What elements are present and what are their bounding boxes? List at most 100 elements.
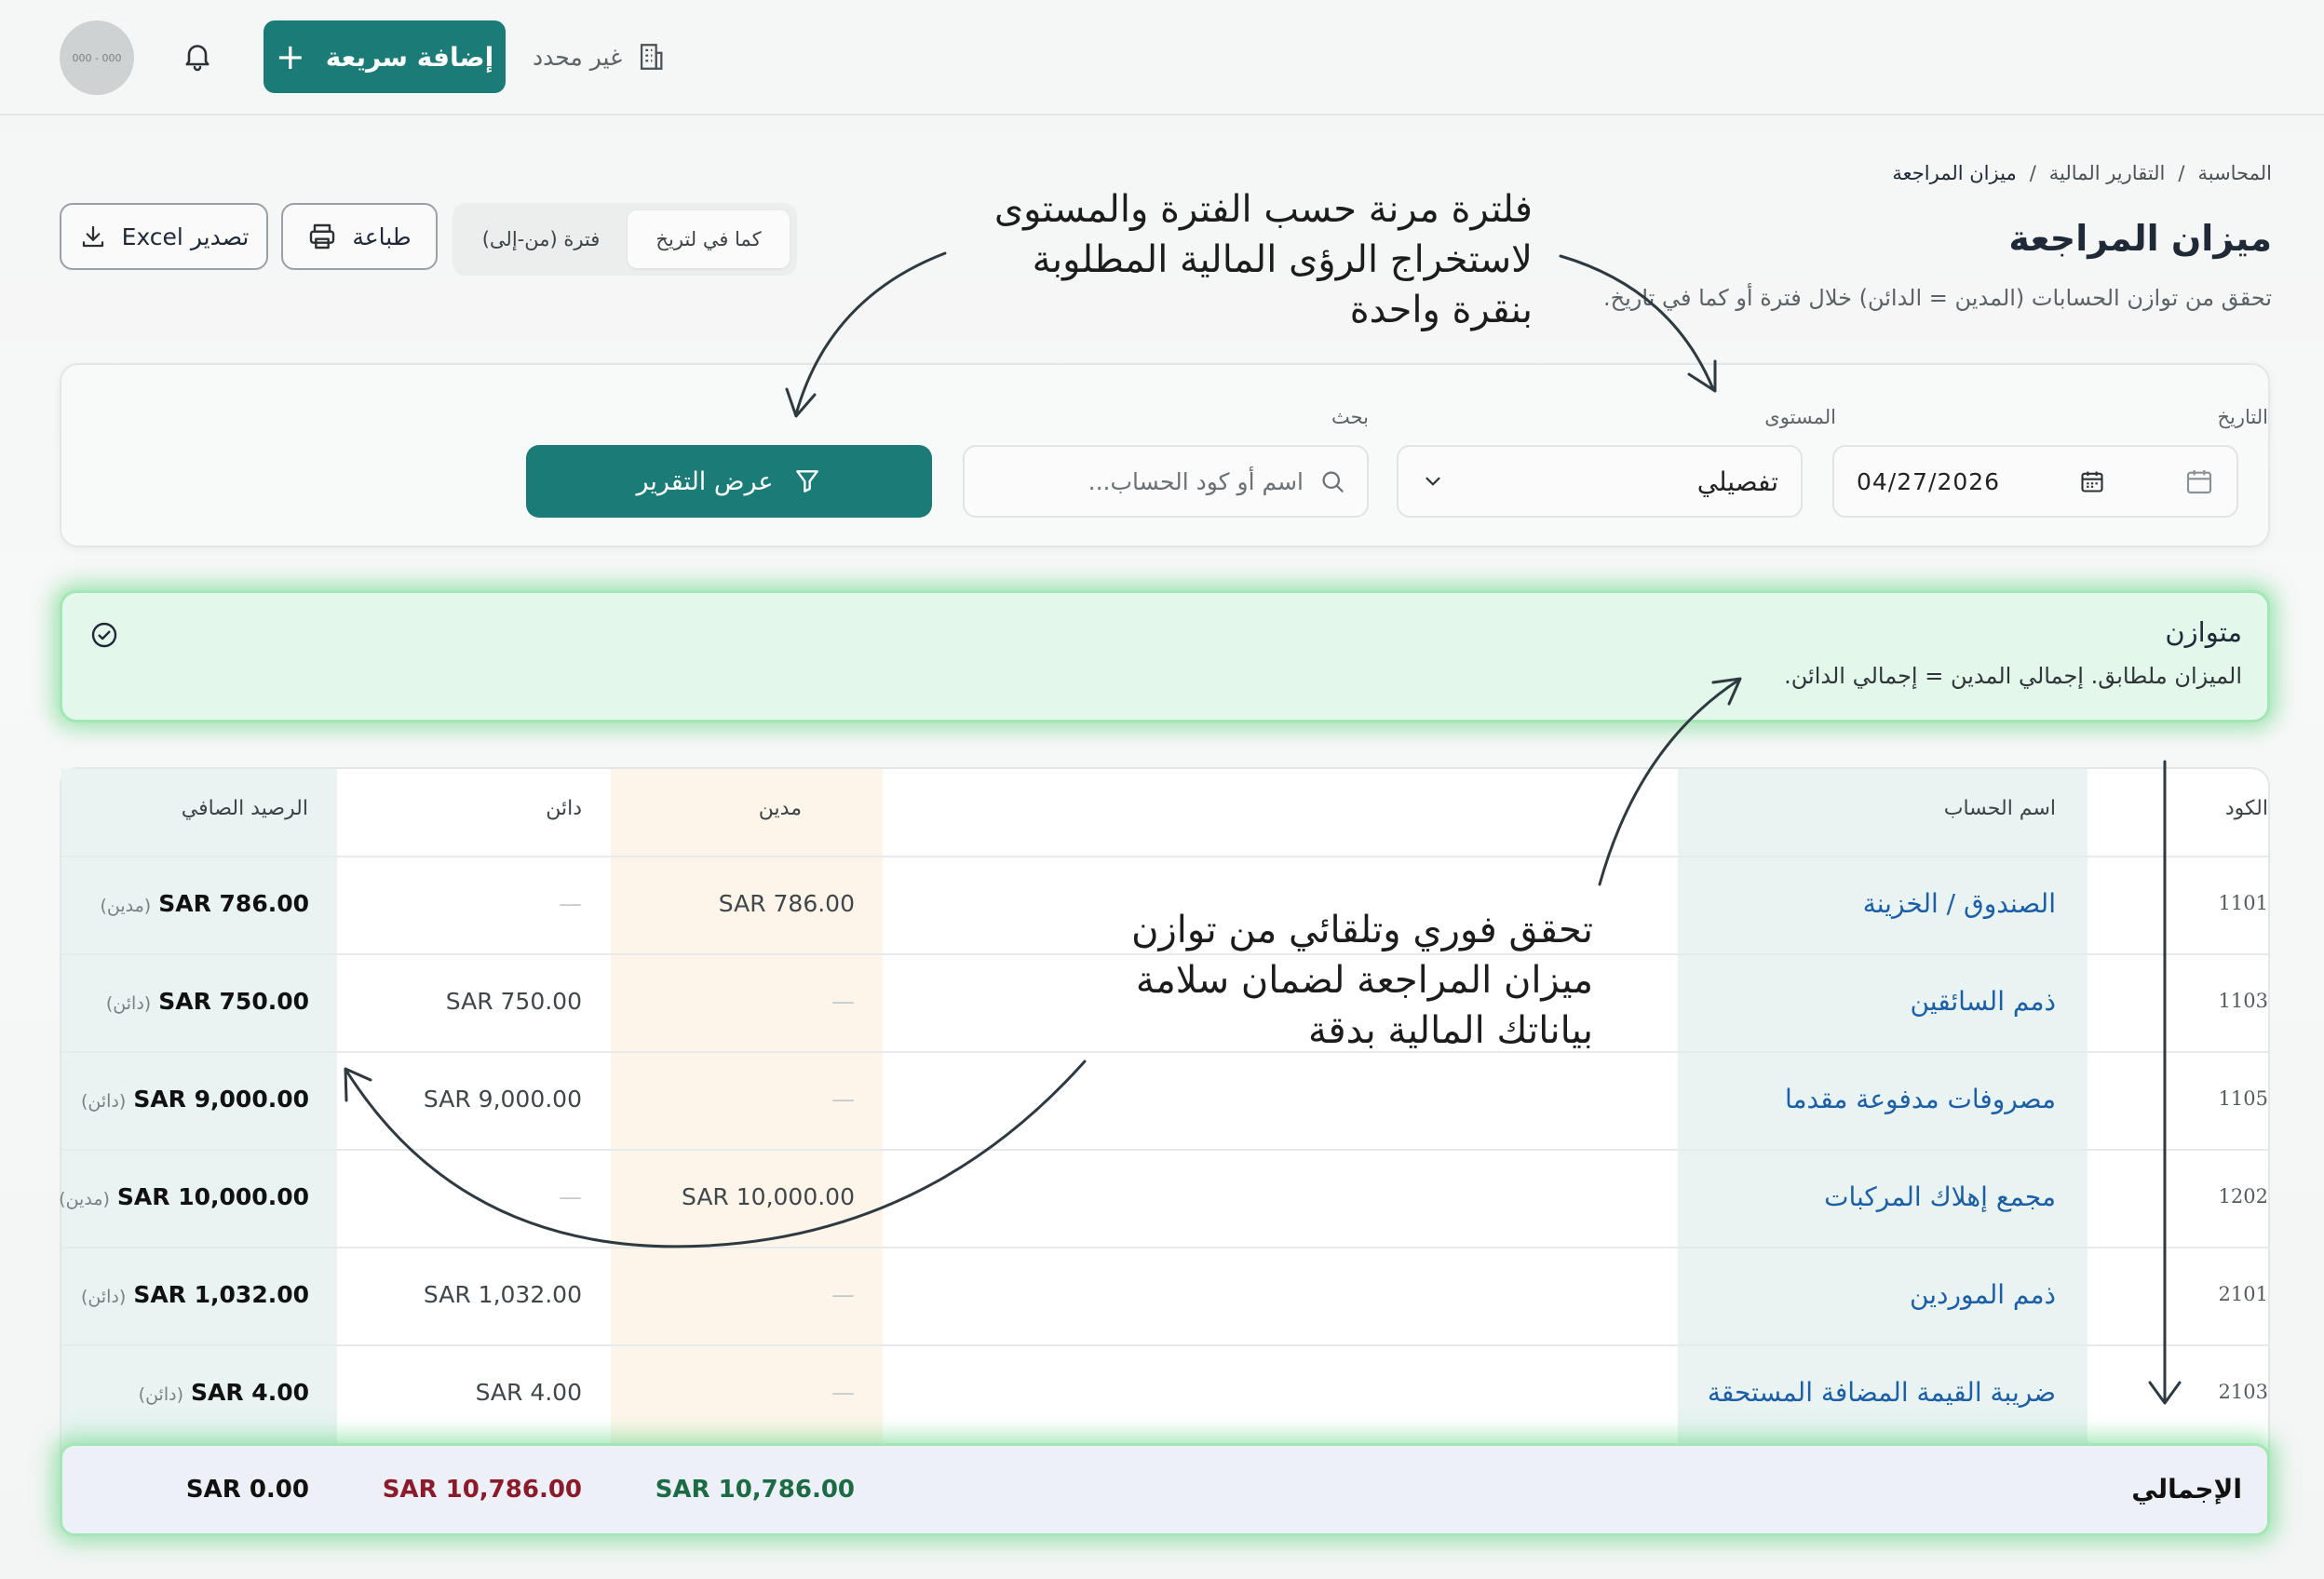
total-credit: SAR 10,786.00 (382, 1476, 582, 1504)
cell-debit: SAR 10,000.00 (682, 1183, 855, 1210)
branch-label: غير محدد (533, 43, 623, 71)
header-credit: دائن (546, 797, 582, 820)
search-placeholder: اسم أو كود الحساب... (1088, 467, 1304, 495)
breadcrumb-item-financial-reports[interactable]: التقارير المالية (2049, 162, 2166, 184)
calendar-picker-icon[interactable] (2079, 468, 2105, 494)
breadcrumb: المحاسبة / التقارير المالية / ميزان المر… (1892, 162, 2272, 184)
quick-add-button[interactable]: إضافة سريعة + (263, 20, 506, 93)
plus-icon: + (275, 36, 305, 77)
date-label: التاريخ (2217, 406, 2268, 428)
branch-selector[interactable]: غير محدد (533, 35, 667, 78)
cell-net: (دائن) SAR 9,000.00 (81, 1086, 309, 1113)
quick-add-label: إضافة سريعة (325, 41, 494, 73)
page-title: ميزان المراجعة (2008, 218, 2272, 259)
breadcrumb-separator: / (2178, 162, 2185, 184)
cell-credit: SAR 4.00 (475, 1379, 582, 1406)
date-value: 04/27/2026 (1857, 467, 2001, 495)
debit-column-bg (611, 769, 883, 1458)
cell-account-name-link[interactable]: ضريبة القيمة المضافة المستحقة (1708, 1377, 2056, 1408)
date-field[interactable]: 04/27/2026 (1832, 445, 2238, 518)
cell-account-name-link[interactable]: مصروفات مدفوعة مقدما (1785, 1084, 2056, 1114)
cell-net: (مدين) SAR 10,000.00 (59, 1183, 309, 1210)
notifications-button[interactable] (181, 39, 214, 73)
show-report-label: عرض التقرير (636, 466, 774, 496)
cell-credit: SAR 9,000.00 (423, 1086, 582, 1113)
avatar-text: 000 - 000 (72, 51, 122, 64)
row-divider (61, 856, 2268, 857)
cell-net-amount: SAR 4.00 (191, 1379, 309, 1406)
search-input[interactable]: اسم أو كود الحساب... (963, 445, 1369, 518)
cell-account-name-link[interactable]: ذمم الموردين (1910, 1279, 2056, 1310)
download-icon (82, 225, 103, 248)
status-message: الميزان ملطابق. إجمالي المدين = إجمالي ا… (1784, 663, 2242, 689)
cell-debit: — (831, 1281, 855, 1308)
cell-credit: SAR 750.00 (445, 988, 582, 1015)
cell-net: (مدين) SAR 786.00 (100, 890, 309, 917)
cell-net-side: (مدين) (59, 1189, 110, 1209)
header-account-name: اسم الحساب (1943, 797, 2056, 820)
export-excel-label: تصدير Excel (121, 223, 250, 250)
level-select[interactable]: تفصيلي (1397, 445, 1803, 518)
print-button[interactable]: طباعة (281, 203, 438, 270)
cell-net-amount: SAR 10,000.00 (116, 1183, 309, 1210)
total-net: SAR 0.00 (185, 1476, 309, 1504)
row-divider (61, 1344, 2268, 1346)
cell-debit: — (831, 1086, 855, 1113)
annotation-line: بياناتك المالية بدقة (1308, 1009, 1593, 1052)
calendar-icon (2186, 470, 2212, 494)
cell-credit: — (559, 1183, 582, 1210)
row-divider (61, 1247, 2268, 1248)
cell-net-side: (دائن) (80, 1287, 127, 1307)
cell-debit: SAR 786.00 (718, 890, 855, 917)
status-title: متوازن (2165, 616, 2242, 648)
header-code: الكود (2224, 797, 2268, 820)
mode-as-of-date[interactable]: كما في لتريخ (628, 210, 790, 268)
breadcrumb-separator: / (2029, 162, 2036, 184)
level-value: تفصيلي (1696, 466, 1778, 497)
annotation-line: بنقرة واحدة (1349, 289, 1533, 331)
cell-net-amount: SAR 750.00 (158, 988, 309, 1015)
total-label: الإجمالي (2131, 1474, 2242, 1505)
total-debit: SAR 10,786.00 (655, 1476, 855, 1504)
bell-icon (185, 45, 209, 72)
annotation-balance-note: تحقق فوري وتلقائي من توازن ميزان المراجع… (923, 905, 1593, 1056)
cell-account-name-link[interactable]: الصندوق / الخزينة (1863, 888, 2056, 919)
page-subtitle: تحقق من توازن الحسابات (المدين = الدائن)… (1602, 285, 2272, 311)
cell-code: 1202 (2218, 1185, 2268, 1208)
cell-net: (دائن) SAR 750.00 (106, 988, 309, 1015)
chevron-down-icon (1425, 477, 1440, 486)
cell-debit: — (831, 988, 855, 1015)
cell-net-side: (دائن) (138, 1384, 183, 1405)
annotation-line: ميزان المراجعة لضمان سلامة (1135, 959, 1593, 1002)
header-net-balance: الرصيد الصافي (181, 797, 308, 820)
balanced-status-banner (60, 590, 2270, 722)
filter-icon (795, 470, 818, 493)
cell-account-name-link[interactable]: ذمم السائقين (1910, 986, 2056, 1017)
cell-credit: SAR 1,032.00 (423, 1281, 582, 1308)
show-report-button[interactable]: عرض التقرير (526, 445, 932, 518)
search-label: بحث (1331, 406, 1369, 428)
annotation-line: لاستخراج الرؤى المالية المطلوبة (1032, 238, 1533, 281)
cell-debit: — (831, 1379, 855, 1406)
search-icon (1322, 471, 1344, 493)
cell-code: 1101 (2218, 892, 2268, 914)
cell-net-amount: SAR 1,032.00 (133, 1281, 309, 1308)
annotation-line: تحقق فوري وتلقائي من توازن (1131, 909, 1593, 951)
cell-net: (دائن) SAR 1,032.00 (81, 1281, 309, 1308)
breadcrumb-item-accounting[interactable]: المحاسبة (2197, 162, 2272, 184)
cell-net-amount: SAR 786.00 (158, 890, 309, 917)
cell-net-amount: SAR 9,000.00 (133, 1086, 309, 1113)
building-icon (641, 44, 663, 70)
export-excel-button[interactable]: تصدير Excel (60, 203, 268, 270)
cell-net-side: (دائن) (80, 1091, 127, 1112)
printer-icon (310, 223, 335, 250)
cell-credit: — (559, 890, 582, 917)
cell-code: 1105 (2218, 1087, 2268, 1110)
cell-account-name-link[interactable]: مجمع إهلاك المركبات (1824, 1181, 2056, 1212)
level-label: المستوى (1764, 406, 1836, 428)
cell-code: 2101 (2218, 1283, 2268, 1305)
avatar[interactable]: 000 - 000 (60, 20, 134, 95)
cell-net-side: (مدين) (100, 896, 152, 916)
mode-period[interactable]: فترة (من-إلى) (460, 210, 622, 268)
print-label: طباعة (352, 223, 412, 250)
